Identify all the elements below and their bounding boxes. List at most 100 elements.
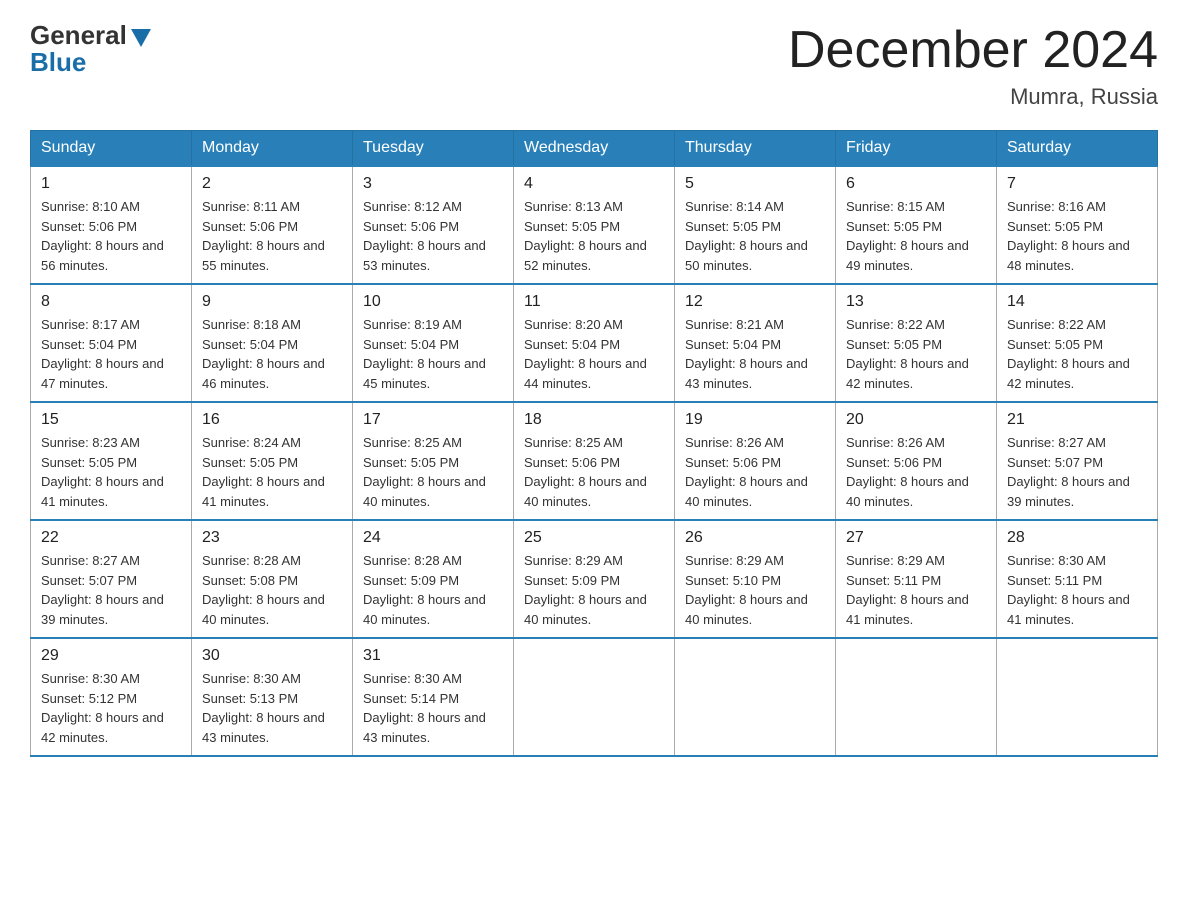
day-of-week-header: Tuesday — [353, 131, 514, 167]
calendar-cell: 27Sunrise: 8:29 AMSunset: 5:11 PMDayligh… — [836, 520, 997, 638]
day-info: Sunrise: 8:14 AMSunset: 5:05 PMDaylight:… — [685, 197, 825, 275]
day-number: 12 — [685, 293, 825, 311]
calendar-cell — [675, 638, 836, 756]
day-info: Sunrise: 8:10 AMSunset: 5:06 PMDaylight:… — [41, 197, 181, 275]
day-info: Sunrise: 8:20 AMSunset: 5:04 PMDaylight:… — [524, 315, 664, 393]
calendar-week-row: 22Sunrise: 8:27 AMSunset: 5:07 PMDayligh… — [31, 520, 1158, 638]
day-info: Sunrise: 8:28 AMSunset: 5:08 PMDaylight:… — [202, 551, 342, 629]
day-number: 30 — [202, 647, 342, 665]
day-number: 15 — [41, 411, 181, 429]
calendar-cell — [514, 638, 675, 756]
day-number: 26 — [685, 529, 825, 547]
calendar-cell: 14Sunrise: 8:22 AMSunset: 5:05 PMDayligh… — [997, 284, 1158, 402]
calendar-cell: 5 Sunrise: 8:14 AMSunset: 5:05 PMDaylight… — [675, 166, 836, 284]
calendar-cell: 22Sunrise: 8:27 AMSunset: 5:07 PMDayligh… — [31, 520, 192, 638]
calendar-cell: 11 Sunrise: 8:20 AMSunset: 5:04 PMDayligh… — [514, 284, 675, 402]
calendar-week-row: 8Sunrise: 8:17 AMSunset: 5:04 PMDaylight… — [31, 284, 1158, 402]
calendar-cell: 23Sunrise: 8:28 AMSunset: 5:08 PMDayligh… — [192, 520, 353, 638]
day-info: Sunrise: 8:19 AMSunset: 5:04 PMDaylight:… — [363, 315, 503, 393]
day-number: 6 — [846, 175, 986, 193]
logo-blue-text: Blue — [30, 47, 86, 78]
calendar-week-row: 29 Sunrise: 8:30 AMSunset: 5:12 PMDayligh… — [31, 638, 1158, 756]
calendar-cell — [997, 638, 1158, 756]
day-info: Sunrise: 8:28 AMSunset: 5:09 PMDaylight:… — [363, 551, 503, 629]
day-of-week-header: Wednesday — [514, 131, 675, 167]
calendar-cell: 24 Sunrise: 8:28 AMSunset: 5:09 PMDayligh… — [353, 520, 514, 638]
calendar-cell: 7 Sunrise: 8:16 AMSunset: 5:05 PMDaylight… — [997, 166, 1158, 284]
calendar-cell: 21Sunrise: 8:27 AMSunset: 5:07 PMDayligh… — [997, 402, 1158, 520]
calendar-cell: 8Sunrise: 8:17 AMSunset: 5:04 PMDaylight… — [31, 284, 192, 402]
calendar-cell: 30Sunrise: 8:30 AMSunset: 5:13 PMDayligh… — [192, 638, 353, 756]
calendar-cell: 13 Sunrise: 8:22 AMSunset: 5:05 PMDayligh… — [836, 284, 997, 402]
day-number: 20 — [846, 411, 986, 429]
day-of-week-header: Sunday — [31, 131, 192, 167]
day-number: 7 — [1007, 175, 1147, 193]
calendar-cell: 25 Sunrise: 8:29 AMSunset: 5:09 PMDayligh… — [514, 520, 675, 638]
calendar-table: SundayMondayTuesdayWednesdayThursdayFrid… — [30, 130, 1158, 757]
day-info: Sunrise: 8:24 AMSunset: 5:05 PMDaylight:… — [202, 433, 342, 511]
header-row: SundayMondayTuesdayWednesdayThursdayFrid… — [31, 131, 1158, 167]
location: Mumra, Russia — [788, 84, 1158, 110]
day-info: Sunrise: 8:12 AMSunset: 5:06 PMDaylight:… — [363, 197, 503, 275]
day-info: Sunrise: 8:23 AMSunset: 5:05 PMDaylight:… — [41, 433, 181, 511]
calendar-week-row: 15 Sunrise: 8:23 AMSunset: 5:05 PMDayligh… — [31, 402, 1158, 520]
day-info: Sunrise: 8:16 AMSunset: 5:05 PMDaylight:… — [1007, 197, 1147, 275]
day-number: 13 — [846, 293, 986, 311]
day-number: 31 — [363, 647, 503, 665]
month-title: December 2024 — [788, 20, 1158, 80]
calendar-cell: 31Sunrise: 8:30 AMSunset: 5:14 PMDayligh… — [353, 638, 514, 756]
day-info: Sunrise: 8:22 AMSunset: 5:05 PMDaylight:… — [846, 315, 986, 393]
day-info: Sunrise: 8:30 AMSunset: 5:12 PMDaylight:… — [41, 669, 181, 747]
day-number: 16 — [202, 411, 342, 429]
page-header: General Blue December 2024 Mumra, Russia — [30, 20, 1158, 110]
day-number: 27 — [846, 529, 986, 547]
day-number: 9 — [202, 293, 342, 311]
day-info: Sunrise: 8:29 AMSunset: 5:09 PMDaylight:… — [524, 551, 664, 629]
calendar-cell — [836, 638, 997, 756]
day-info: Sunrise: 8:26 AMSunset: 5:06 PMDaylight:… — [846, 433, 986, 511]
day-info: Sunrise: 8:21 AMSunset: 5:04 PMDaylight:… — [685, 315, 825, 393]
calendar-cell: 2 Sunrise: 8:11 AMSunset: 5:06 PMDaylight… — [192, 166, 353, 284]
day-info: Sunrise: 8:25 AMSunset: 5:06 PMDaylight:… — [524, 433, 664, 511]
calendar-cell: 26Sunrise: 8:29 AMSunset: 5:10 PMDayligh… — [675, 520, 836, 638]
day-of-week-header: Monday — [192, 131, 353, 167]
day-number: 8 — [41, 293, 181, 311]
day-number: 1 — [41, 175, 181, 193]
calendar-cell: 20 Sunrise: 8:26 AMSunset: 5:06 PMDayligh… — [836, 402, 997, 520]
day-number: 4 — [524, 175, 664, 193]
day-info: Sunrise: 8:13 AMSunset: 5:05 PMDaylight:… — [524, 197, 664, 275]
day-number: 29 — [41, 647, 181, 665]
day-number: 25 — [524, 529, 664, 547]
day-info: Sunrise: 8:30 AMSunset: 5:11 PMDaylight:… — [1007, 551, 1147, 629]
calendar-cell: 18Sunrise: 8:25 AMSunset: 5:06 PMDayligh… — [514, 402, 675, 520]
day-number: 3 — [363, 175, 503, 193]
day-number: 21 — [1007, 411, 1147, 429]
day-info: Sunrise: 8:11 AMSunset: 5:06 PMDaylight:… — [202, 197, 342, 275]
day-number: 11 — [524, 293, 664, 311]
calendar-cell: 16 Sunrise: 8:24 AMSunset: 5:05 PMDayligh… — [192, 402, 353, 520]
logo-arrow-icon — [131, 29, 151, 47]
calendar-cell: 6Sunrise: 8:15 AMSunset: 5:05 PMDaylight… — [836, 166, 997, 284]
calendar-cell: 1 Sunrise: 8:10 AMSunset: 5:06 PMDaylight… — [31, 166, 192, 284]
day-of-week-header: Thursday — [675, 131, 836, 167]
day-number: 10 — [363, 293, 503, 311]
day-number: 28 — [1007, 529, 1147, 547]
calendar-cell: 4 Sunrise: 8:13 AMSunset: 5:05 PMDaylight… — [514, 166, 675, 284]
day-number: 5 — [685, 175, 825, 193]
day-of-week-header: Saturday — [997, 131, 1158, 167]
calendar-cell: 12 Sunrise: 8:21 AMSunset: 5:04 PMDayligh… — [675, 284, 836, 402]
day-number: 24 — [363, 529, 503, 547]
calendar-header: SundayMondayTuesdayWednesdayThursdayFrid… — [31, 131, 1158, 167]
calendar-cell: 9 Sunrise: 8:18 AMSunset: 5:04 PMDaylight… — [192, 284, 353, 402]
day-info: Sunrise: 8:26 AMSunset: 5:06 PMDaylight:… — [685, 433, 825, 511]
calendar-cell: 17 Sunrise: 8:25 AMSunset: 5:05 PMDayligh… — [353, 402, 514, 520]
day-of-week-header: Friday — [836, 131, 997, 167]
calendar-cell: 28 Sunrise: 8:30 AMSunset: 5:11 PMDayligh… — [997, 520, 1158, 638]
day-number: 2 — [202, 175, 342, 193]
day-info: Sunrise: 8:18 AMSunset: 5:04 PMDaylight:… — [202, 315, 342, 393]
day-number: 17 — [363, 411, 503, 429]
day-number: 22 — [41, 529, 181, 547]
calendar-cell: 29 Sunrise: 8:30 AMSunset: 5:12 PMDayligh… — [31, 638, 192, 756]
calendar-cell: 10 Sunrise: 8:19 AMSunset: 5:04 PMDayligh… — [353, 284, 514, 402]
day-info: Sunrise: 8:25 AMSunset: 5:05 PMDaylight:… — [363, 433, 503, 511]
